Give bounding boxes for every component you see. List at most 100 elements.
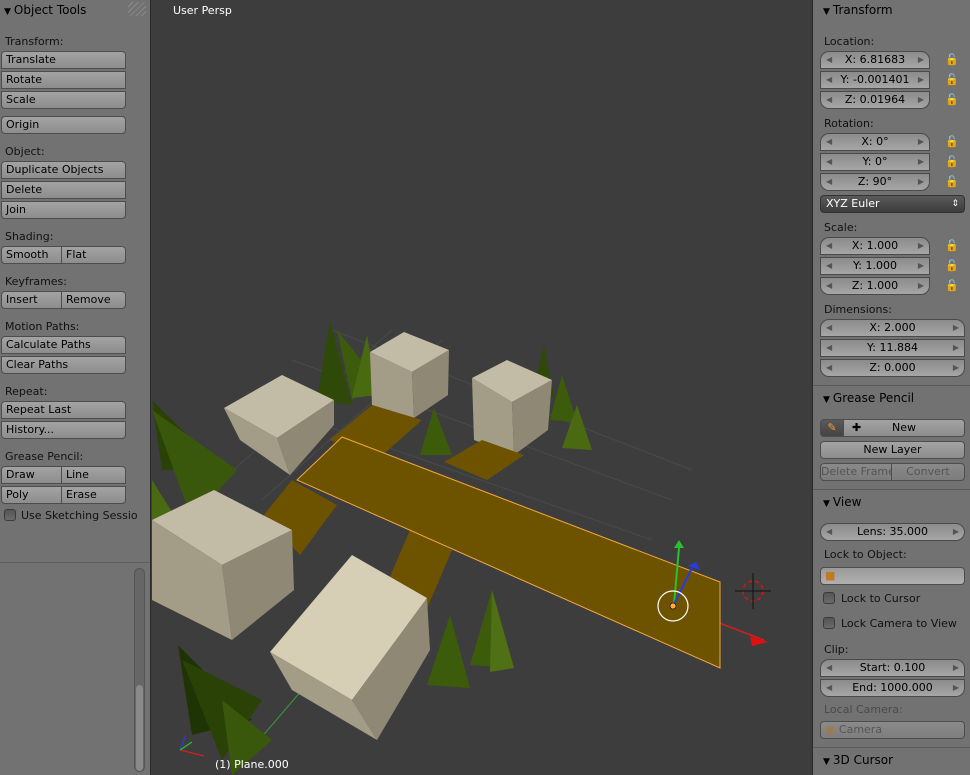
join-button[interactable]: Join — [1, 201, 126, 219]
scale-button[interactable]: Scale — [1, 91, 126, 109]
lock-icon[interactable]: 🔓 — [941, 173, 963, 191]
delete-frame-button[interactable]: Delete Frame — [820, 463, 892, 481]
location-z-field[interactable]: ◀ Z: 0.01964 ▶ — [820, 91, 930, 109]
delete-button[interactable]: Delete — [1, 181, 126, 199]
decrement-arrow-icon[interactable]: ◀ — [826, 680, 832, 696]
increment-arrow-icon[interactable]: ▶ — [953, 320, 959, 336]
increment-arrow-icon[interactable]: ▶ — [953, 360, 959, 376]
lock-icon[interactable]: 🔓 — [941, 91, 963, 109]
increment-arrow-icon[interactable]: ▶ — [953, 680, 959, 696]
insert-keyframe-button[interactable]: Insert — [1, 291, 62, 309]
decrement-arrow-icon[interactable]: ◀ — [826, 360, 832, 376]
decrement-arrow-icon[interactable]: ◀ — [826, 340, 832, 356]
translate-button[interactable]: Translate — [1, 51, 126, 69]
lens-field[interactable]: ◀ Lens: 35.000 ▶ — [820, 523, 965, 541]
increment-arrow-icon[interactable]: ▶ — [918, 134, 924, 150]
3d-cursor-panel-header[interactable]: ▼ 3D Cursor — [823, 753, 893, 767]
repeat-last-button[interactable]: Repeat Last — [1, 401, 126, 419]
collapse-triangle-icon[interactable]: ▼ — [823, 499, 830, 509]
flat-button[interactable]: Flat — [61, 246, 126, 264]
increment-arrow-icon[interactable]: ▶ — [918, 258, 924, 274]
remove-keyframe-button[interactable]: Remove — [61, 291, 126, 309]
rotate-button[interactable]: Rotate — [1, 71, 126, 89]
clip-start-field[interactable]: ◀ Start: 0.100 ▶ — [820, 659, 965, 677]
scale-y-field[interactable]: ◀ Y: 1.000 ▶ — [820, 257, 930, 275]
duplicate-objects-button[interactable]: Duplicate Objects — [1, 161, 126, 179]
decrement-arrow-icon[interactable]: ◀ — [826, 72, 832, 88]
clip-end-field[interactable]: ◀ End: 1000.000 ▶ — [820, 679, 965, 697]
increment-arrow-icon[interactable]: ▶ — [953, 524, 959, 540]
decrement-arrow-icon[interactable]: ◀ — [826, 238, 832, 254]
decrement-arrow-icon[interactable]: ◀ — [826, 278, 832, 294]
history-button[interactable]: History... — [1, 421, 126, 439]
erase-button[interactable]: Erase — [61, 486, 126, 504]
decrement-arrow-icon[interactable]: ◀ — [826, 52, 832, 68]
collapse-triangle-icon[interactable]: ▼ — [823, 395, 830, 405]
view-panel-header[interactable]: ▼ View — [823, 495, 861, 509]
calculate-paths-button[interactable]: Calculate Paths — [1, 336, 126, 354]
collapse-triangle-icon[interactable]: ▼ — [823, 7, 830, 17]
collapse-triangle-icon[interactable]: ▼ — [823, 757, 830, 767]
lock-icon[interactable]: 🔓 — [941, 237, 963, 255]
decrement-arrow-icon[interactable]: ◀ — [826, 258, 832, 274]
poly-button[interactable]: Poly — [1, 486, 62, 504]
lock-icon[interactable]: 🔓 — [941, 71, 963, 89]
sketching-session-checkbox[interactable] — [4, 509, 16, 521]
convert-button[interactable]: Convert — [891, 463, 965, 481]
location-x-field[interactable]: ◀ X: 6.81683 ▶ — [820, 51, 930, 69]
3d-cursor-icon[interactable] — [735, 573, 771, 609]
origin-button[interactable]: Origin — [1, 116, 126, 134]
scrollbar-thumb[interactable] — [136, 685, 143, 771]
decrement-arrow-icon[interactable]: ◀ — [826, 174, 832, 190]
dimension-x-field[interactable]: ◀ X: 2.000 ▶ — [820, 319, 965, 337]
lock-icon[interactable]: 🔓 — [941, 257, 963, 275]
smooth-button[interactable]: Smooth — [1, 246, 62, 264]
collapse-triangle-icon[interactable]: ▼ — [4, 7, 11, 17]
decrement-arrow-icon[interactable]: ◀ — [826, 154, 832, 170]
clear-paths-button[interactable]: Clear Paths — [1, 356, 126, 374]
3d-viewport[interactable]: User Persp (1) Plane.000 — [152, 0, 811, 775]
transform-panel-header[interactable]: ▼ Transform — [823, 3, 893, 17]
pencil-icon[interactable]: ✎ — [820, 419, 844, 437]
rotation-y-field[interactable]: ◀ Y: 0° ▶ — [820, 153, 930, 171]
increment-arrow-icon[interactable]: ▶ — [918, 92, 924, 108]
lock-icon[interactable]: 🔓 — [941, 277, 963, 295]
increment-arrow-icon[interactable]: ▶ — [918, 174, 924, 190]
grease-pencil-panel-header[interactable]: ▼ Grease Pencil — [823, 391, 914, 405]
dimension-z-field[interactable]: ◀ Z: 0.000 ▶ — [820, 359, 965, 377]
rotation-mode-select[interactable]: XYZ Euler ⇕ — [820, 195, 965, 213]
panel-grip-icon[interactable] — [128, 2, 146, 16]
scrollbar-track[interactable] — [134, 568, 145, 772]
decrement-arrow-icon[interactable]: ◀ — [826, 660, 832, 676]
increment-arrow-icon[interactable]: ▶ — [918, 154, 924, 170]
increment-arrow-icon[interactable]: ▶ — [953, 340, 959, 356]
decrement-arrow-icon[interactable]: ◀ — [826, 134, 832, 150]
line-button[interactable]: Line — [61, 466, 126, 484]
scale-z-field[interactable]: ◀ Z: 1.000 ▶ — [820, 277, 930, 295]
dimension-y-field[interactable]: ◀ Y: 11.884 ▶ — [820, 339, 965, 357]
scene-canvas[interactable] — [152, 0, 811, 775]
increment-arrow-icon[interactable]: ▶ — [918, 278, 924, 294]
lock-camera-checkbox[interactable] — [823, 617, 835, 629]
decrement-arrow-icon[interactable]: ◀ — [826, 524, 832, 540]
lock-icon[interactable]: 🔓 — [941, 51, 963, 69]
increment-arrow-icon[interactable]: ▶ — [918, 238, 924, 254]
draw-button[interactable]: Draw — [1, 466, 62, 484]
lock-icon[interactable]: 🔓 — [941, 133, 963, 151]
lock-object-field[interactable]: ■ — [820, 567, 965, 585]
rotation-x-field[interactable]: ◀ X: 0° ▶ — [820, 133, 930, 151]
scale-x-field[interactable]: ◀ X: 1.000 ▶ — [820, 237, 930, 255]
new-layer-button[interactable]: New Layer — [820, 441, 965, 459]
increment-arrow-icon[interactable]: ▶ — [918, 72, 924, 88]
lock-icon[interactable]: 🔓 — [941, 153, 963, 171]
decrement-arrow-icon[interactable]: ◀ — [826, 92, 832, 108]
object-tools-header[interactable]: ▼ Object Tools — [4, 3, 86, 17]
decrement-arrow-icon[interactable]: ◀ — [826, 320, 832, 336]
rotation-z-field[interactable]: ◀ Z: 90° ▶ — [820, 173, 930, 191]
local-camera-field[interactable]: ▣ Camera — [820, 721, 965, 739]
lock-to-cursor-checkbox[interactable] — [823, 592, 835, 604]
increment-arrow-icon[interactable]: ▶ — [953, 660, 959, 676]
location-y-field[interactable]: ◀ Y: -0.001401 ▶ — [820, 71, 930, 89]
increment-arrow-icon[interactable]: ▶ — [918, 52, 924, 68]
new-grease-pencil-button[interactable]: ✚ New — [843, 419, 965, 437]
